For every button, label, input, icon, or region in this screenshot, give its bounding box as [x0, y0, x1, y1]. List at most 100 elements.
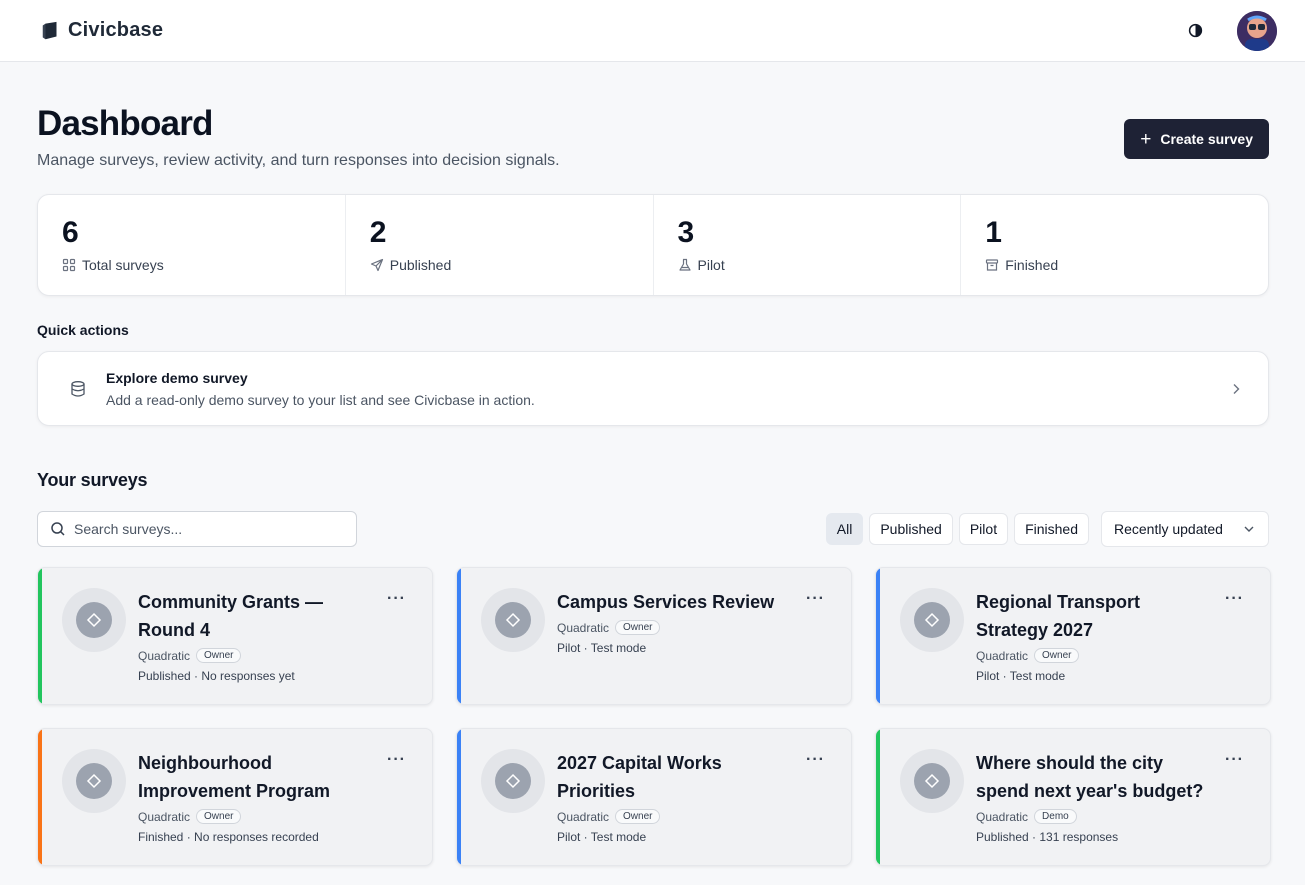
stat-total-surveys: 6 Total surveys [38, 195, 346, 295]
status-accent-bar [38, 568, 42, 704]
status-accent-bar [876, 729, 880, 865]
survey-status: Published · No responses yet [138, 669, 295, 683]
survey-type-icon [900, 749, 964, 813]
survey-title: Neighbourhood Improvement Program [138, 753, 331, 801]
top-navbar: Civicbase [0, 0, 1305, 62]
filter-published[interactable]: Published [869, 513, 953, 545]
survey-type: Quadratic [976, 809, 1029, 824]
more-options-button[interactable]: ··· [806, 590, 825, 608]
diamond-icon [86, 773, 102, 789]
survey-title: Regional Transport Strategy 2027 [976, 592, 1141, 640]
plus-icon: + [1140, 128, 1152, 150]
survey-type: Quadratic [976, 648, 1029, 663]
survey-status: Finished · No responses recorded [138, 830, 319, 844]
survey-type-icon [62, 749, 126, 813]
stat-label: Published [389, 257, 452, 273]
stat-value: 3 [677, 216, 695, 249]
stat-value: 2 [369, 216, 387, 249]
chevron-right-icon [1233, 383, 1240, 394]
more-options-button[interactable]: ··· [387, 751, 406, 769]
role-badge: Owner [196, 648, 242, 663]
quick-action-description: Add a read-only demo survey to your list… [106, 391, 535, 408]
diamond-icon [924, 773, 940, 789]
survey-status: Published · 131 responses [976, 830, 1119, 844]
stat-pilot: 3 Pilot [654, 195, 962, 295]
diamond-icon [505, 612, 521, 628]
stats-panel: 6 Total surveys 2 Published 3 Pilot 1 Fi… [37, 194, 1269, 296]
search-icon [51, 522, 65, 536]
more-options-button[interactable]: ··· [806, 751, 825, 769]
more-options-button[interactable]: ··· [1225, 751, 1244, 769]
role-badge: Owner [615, 620, 661, 635]
survey-card[interactable]: Regional Transport Strategy 2027 ··· Qua… [875, 567, 1271, 705]
survey-status: Pilot · Test mode [557, 641, 647, 655]
surveys-section-title: Your surveys [37, 470, 148, 490]
stat-finished: 1 Finished [961, 195, 1268, 295]
survey-type: Quadratic [557, 620, 610, 635]
survey-title: Campus Services Review [557, 592, 775, 612]
survey-type: Quadratic [557, 809, 610, 824]
survey-card[interactable]: 2027 Capital Works Priorities ··· Quadra… [456, 728, 852, 866]
survey-type: Quadratic [138, 648, 191, 663]
filter-finished[interactable]: Finished [1014, 513, 1089, 545]
survey-type-icon [481, 588, 545, 652]
quick-actions-title: Quick actions [37, 322, 129, 338]
logo-icon [42, 21, 57, 39]
status-accent-bar [876, 568, 880, 704]
status-accent-bar [38, 729, 42, 865]
survey-status: Pilot · Test mode [557, 830, 647, 844]
page-title: Dashboard [37, 104, 213, 143]
diamond-icon [86, 612, 102, 628]
avatar-image [1237, 10, 1277, 51]
user-avatar[interactable] [1237, 10, 1277, 51]
stat-published: 2 Published [346, 195, 654, 295]
survey-title: Where should the city spend next year's … [976, 753, 1204, 801]
flask-icon [678, 258, 691, 271]
grid-icon [62, 258, 76, 272]
more-options-button[interactable]: ··· [387, 590, 406, 608]
brand-name: Civicbase [68, 19, 164, 41]
search-box [37, 511, 357, 547]
sort-label: Recently updated [1114, 521, 1223, 537]
sort-select[interactable]: Recently updated [1101, 511, 1269, 547]
role-badge: Demo [1034, 809, 1077, 824]
archive-icon [986, 259, 999, 271]
chevron-down-icon [1244, 526, 1254, 532]
theme-toggle-button[interactable] [1183, 19, 1207, 43]
create-survey-label: Create survey [1160, 131, 1253, 147]
survey-type-icon [62, 588, 126, 652]
brand[interactable]: Civicbase [40, 19, 163, 42]
status-accent-bar [457, 729, 461, 865]
search-input[interactable] [74, 521, 344, 537]
survey-card[interactable]: Where should the city spend next year's … [875, 728, 1271, 866]
survey-card[interactable]: Neighbourhood Improvement Program ··· Qu… [37, 728, 433, 866]
stat-label: Total surveys [82, 257, 164, 273]
filter-all[interactable]: All [825, 513, 864, 545]
stat-value: 1 [985, 216, 1002, 249]
stat-label: Pilot [697, 257, 725, 273]
explore-demo-survey-card[interactable]: Explore demo survey Add a read-only demo… [37, 351, 1269, 426]
send-icon [370, 258, 383, 272]
survey-type-icon [481, 749, 545, 813]
survey-grid: Community Grants — Round 4 ··· Quadratic… [37, 567, 1271, 866]
create-survey-button[interactable]: + Create survey [1124, 119, 1269, 159]
page-subtitle: Manage surveys, review activity, and tur… [37, 152, 560, 169]
survey-title: 2027 Capital Works Priorities [557, 753, 722, 801]
role-badge: Owner [615, 809, 661, 824]
survey-card[interactable]: Campus Services Review ··· Quadratic Owne… [456, 567, 852, 705]
diamond-icon [505, 773, 521, 789]
survey-title: Community Grants — Round 4 [138, 592, 324, 640]
database-icon [71, 380, 85, 397]
survey-type-icon [900, 588, 964, 652]
survey-card[interactable]: Community Grants — Round 4 ··· Quadratic… [37, 567, 433, 705]
quick-action-name: Explore demo survey [106, 369, 248, 386]
role-badge: Owner [196, 809, 242, 824]
survey-type: Quadratic [138, 809, 191, 824]
more-options-button[interactable]: ··· [1225, 590, 1244, 608]
filter-pilot[interactable]: Pilot [958, 513, 1009, 545]
stat-value: 6 [62, 216, 79, 249]
diamond-icon [924, 612, 940, 628]
status-accent-bar [457, 568, 461, 704]
survey-status: Pilot · Test mode [976, 669, 1066, 683]
role-badge: Owner [1034, 648, 1080, 663]
